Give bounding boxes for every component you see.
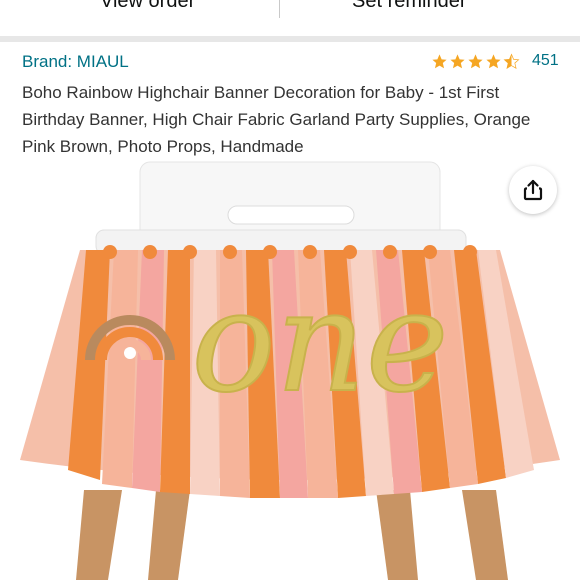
product-title: Boho Rainbow Highchair Banner Decoration… [22,83,531,156]
share-button[interactable] [509,166,557,214]
rating-count[interactable]: 451 [532,52,559,70]
banner-word: one [191,261,448,424]
highchair-banner-illustration: one [20,161,560,580]
star-icon [486,53,501,68]
section-divider [0,36,580,42]
tab-divider [279,0,280,18]
top-nav: View order Set reminder [0,0,580,36]
star-icon [432,53,447,68]
half-star-icon [503,53,520,69]
star-icon [468,53,483,68]
tab-set-reminder[interactable]: Set reminder [352,0,467,13]
rating[interactable]: 451 [431,52,559,70]
star-icon [450,53,465,68]
product-image[interactable]: one [0,160,580,580]
star-rating [431,53,521,70]
tab-view-order[interactable]: View order [100,0,195,13]
share-icon [523,179,543,201]
brand-link[interactable]: Brand: MIAUL [22,52,129,72]
